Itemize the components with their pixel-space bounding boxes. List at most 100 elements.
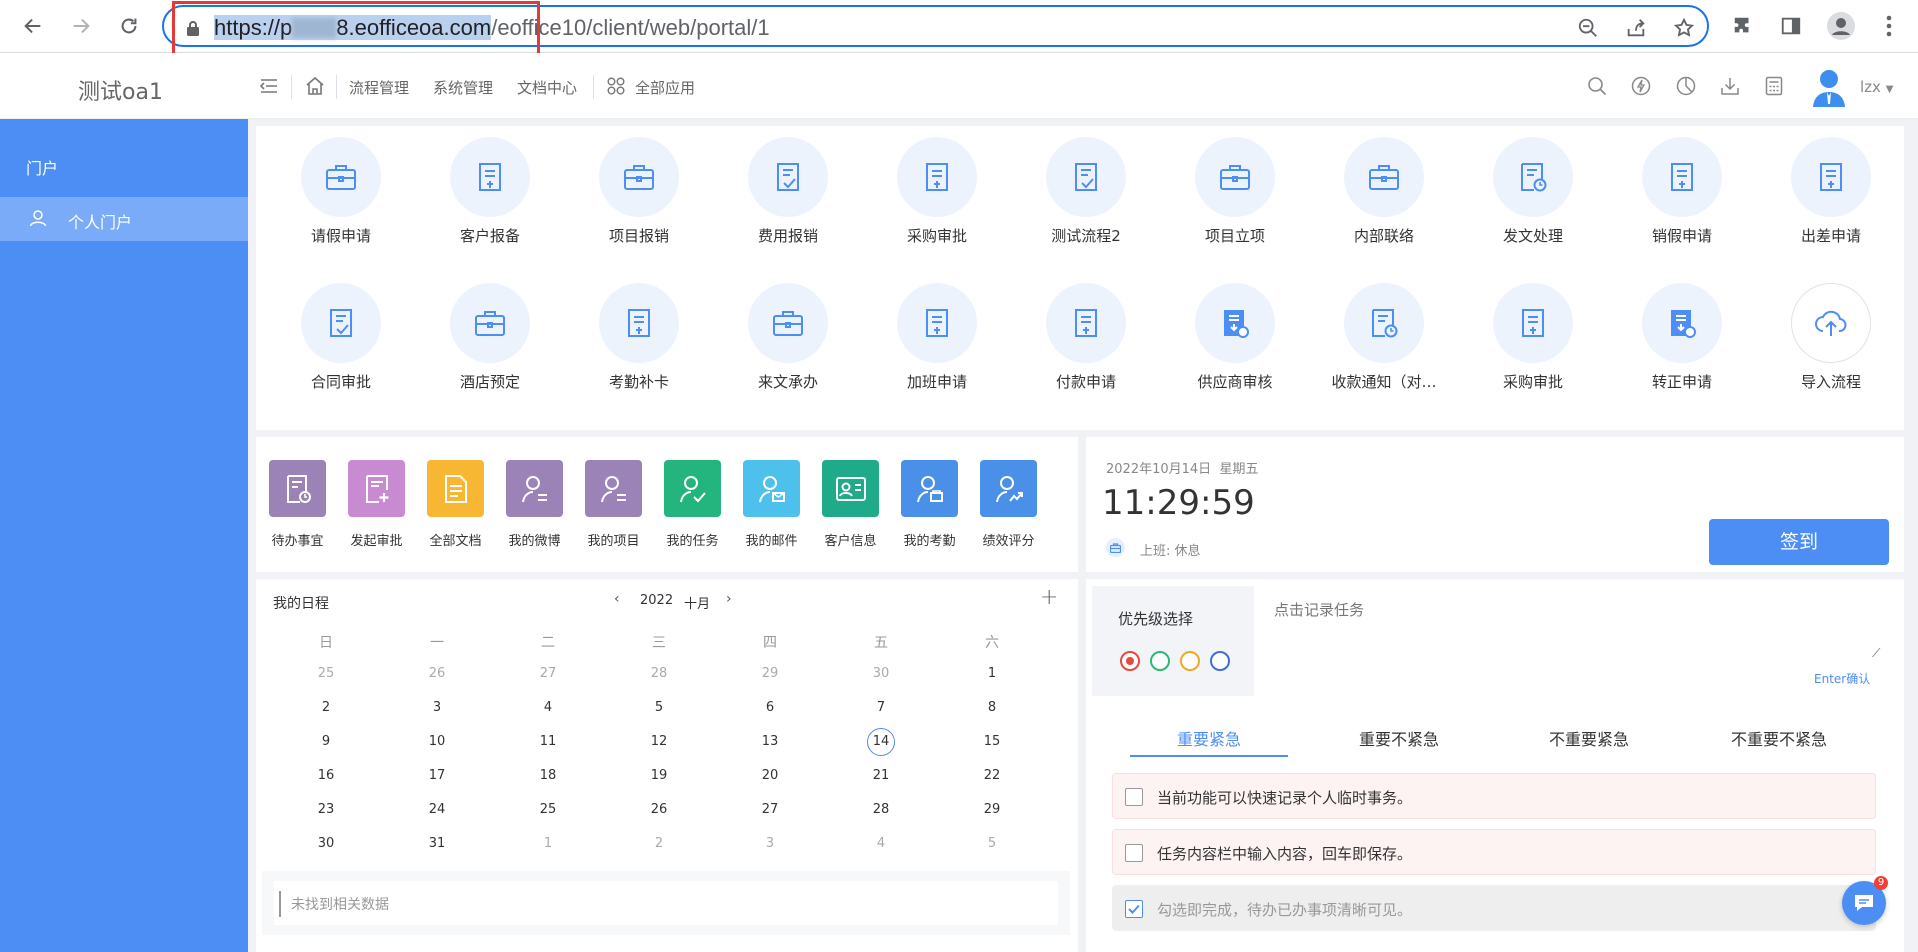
download-icon[interactable] (1717, 73, 1743, 99)
app-tile[interactable]: 客户报备 (420, 137, 550, 257)
calendar-day[interactable]: 21 (851, 768, 911, 783)
quick-access-item[interactable]: 待办事宜 (264, 460, 336, 570)
side-panel-icon[interactable] (1776, 11, 1806, 41)
calendar-day[interactable]: 27 (740, 802, 800, 817)
calendar-day[interactable]: 1 (962, 666, 1022, 681)
calendar-day[interactable]: 30 (296, 836, 356, 851)
quick-access-item[interactable]: 绩效评分 (975, 460, 1047, 570)
nav-all-apps[interactable]: 全部应用 (635, 77, 695, 98)
app-tile[interactable]: 采购审批 (867, 137, 997, 257)
calendar-day[interactable]: 6 (740, 700, 800, 715)
app-tile[interactable]: 项目立项 (1165, 137, 1295, 257)
task-item[interactable]: 当前功能可以快速记录个人临时事务。 (1112, 773, 1876, 819)
priority-tab[interactable]: 重要不紧急 (1320, 726, 1478, 750)
app-tile[interactable]: 考勤补卡 (569, 283, 699, 403)
calendar-day[interactable]: 20 (740, 768, 800, 783)
calendar-day[interactable]: 16 (296, 768, 356, 783)
task-input[interactable]: 点击记录任务 ⟋ Enter确认 (1254, 586, 1892, 696)
calendar-day[interactable]: 12 (629, 734, 689, 749)
calendar-day[interactable]: 27 (518, 666, 578, 681)
calendar-day[interactable]: 5 (629, 700, 689, 715)
calendar-month[interactable]: 十月 (684, 593, 710, 612)
calendar-day[interactable]: 1 (518, 836, 578, 851)
calendar-day[interactable]: 30 (851, 666, 911, 681)
calendar-day[interactable]: 4 (518, 700, 578, 715)
calendar-day[interactable]: 3 (740, 836, 800, 851)
calendar-day[interactable]: 24 (407, 802, 467, 817)
calendar-day[interactable]: 22 (962, 768, 1022, 783)
calendar-day[interactable]: 29 (740, 666, 800, 681)
calendar-day[interactable]: 4 (851, 836, 911, 851)
priority-tab[interactable]: 重要紧急 (1130, 726, 1288, 750)
pie-chart-icon[interactable] (1673, 73, 1699, 99)
calendar-day[interactable]: 23 (296, 802, 356, 817)
calendar-day[interactable]: 28 (851, 802, 911, 817)
calendar-year[interactable]: 2022 (640, 593, 673, 608)
quick-access-item[interactable]: 我的邮件 (738, 460, 810, 570)
search-icon[interactable] (1584, 73, 1610, 99)
calendar-day[interactable]: 17 (407, 768, 467, 783)
app-tile[interactable]: 发文处理 (1463, 137, 1593, 257)
app-tile[interactable]: 采购审批 (1463, 283, 1593, 403)
reload-icon[interactable] (114, 11, 144, 41)
menu-icon[interactable] (1874, 11, 1904, 41)
nav-documents[interactable]: 文档中心 (517, 77, 577, 98)
quick-access-item[interactable]: 我的任务 (659, 460, 731, 570)
add-event-icon[interactable]: + (1040, 585, 1058, 610)
calendar-day[interactable]: 9 (296, 734, 356, 749)
app-tile[interactable]: 项目报销 (569, 137, 699, 257)
quick-access-item[interactable]: 我的项目 (580, 460, 652, 570)
calendar-day[interactable]: 2 (629, 836, 689, 851)
app-tile[interactable]: 出差申请 (1761, 137, 1891, 257)
calendar-day[interactable]: 13 (740, 734, 800, 749)
calendar-day[interactable]: 2 (296, 700, 356, 715)
calendar-day[interactable]: 10 (407, 734, 467, 749)
priority-radio[interactable] (1180, 651, 1200, 671)
back-icon[interactable] (18, 11, 48, 41)
app-tile[interactable]: 转正申请 (1612, 283, 1742, 403)
calendar-day[interactable]: 8 (962, 700, 1022, 715)
nav-system[interactable]: 系统管理 (433, 77, 493, 98)
app-tile[interactable]: 请假申请 (271, 137, 401, 257)
calculator-icon[interactable] (1761, 73, 1787, 99)
priority-tab[interactable]: 不重要不紧急 (1700, 726, 1858, 750)
priority-tab[interactable]: 不重要紧急 (1510, 726, 1668, 750)
calendar-day[interactable]: 11 (518, 734, 578, 749)
quick-access-item[interactable]: 全部文档 (422, 460, 494, 570)
share-icon[interactable] (1623, 15, 1649, 41)
task-checkbox[interactable] (1125, 900, 1143, 918)
home-icon[interactable] (302, 73, 328, 99)
prev-month-icon[interactable]: ‹ (614, 591, 620, 607)
task-item[interactable]: 勾选即完成，待办已办事项清晰可见。 (1112, 885, 1876, 931)
collapse-menu-icon[interactable] (256, 73, 282, 99)
bookmark-star-icon[interactable] (1671, 15, 1697, 41)
app-tile[interactable]: 合同审批 (271, 283, 401, 403)
extensions-icon[interactable] (1728, 11, 1758, 41)
calendar-day[interactable]: 25 (296, 666, 356, 681)
calendar-day[interactable]: 29 (962, 802, 1022, 817)
avatar[interactable] (1810, 67, 1848, 107)
app-tile[interactable]: 测试流程2 (1016, 137, 1146, 257)
app-tile[interactable]: 导入流程 (1761, 283, 1891, 403)
forward-icon[interactable] (66, 11, 96, 41)
app-tile[interactable]: 付款申请 (1016, 283, 1146, 403)
lightning-icon[interactable] (1628, 73, 1654, 99)
apps-grid-icon[interactable] (603, 73, 629, 99)
priority-radio[interactable] (1150, 651, 1170, 671)
priority-radio[interactable] (1210, 651, 1230, 671)
app-tile[interactable]: 供应商审核 (1165, 283, 1295, 403)
calendar-day[interactable]: 26 (407, 666, 467, 681)
next-month-icon[interactable]: › (726, 591, 732, 607)
app-tile[interactable]: 来文承办 (718, 283, 848, 403)
task-item[interactable]: 任务内容栏中输入内容，回车即保存。 (1112, 829, 1876, 875)
task-checkbox[interactable] (1125, 788, 1143, 806)
app-tile[interactable]: 收款通知（对… (1314, 283, 1444, 403)
calendar-day[interactable]: 31 (407, 836, 467, 851)
zoom-out-icon[interactable] (1575, 15, 1601, 41)
calendar-day[interactable]: 18 (518, 768, 578, 783)
app-tile[interactable]: 销假申请 (1612, 137, 1742, 257)
calendar-day[interactable]: 3 (407, 700, 467, 715)
task-checkbox[interactable] (1125, 844, 1143, 862)
user-menu[interactable]: lzx ▼ (1860, 78, 1893, 96)
calendar-day[interactable]: 26 (629, 802, 689, 817)
